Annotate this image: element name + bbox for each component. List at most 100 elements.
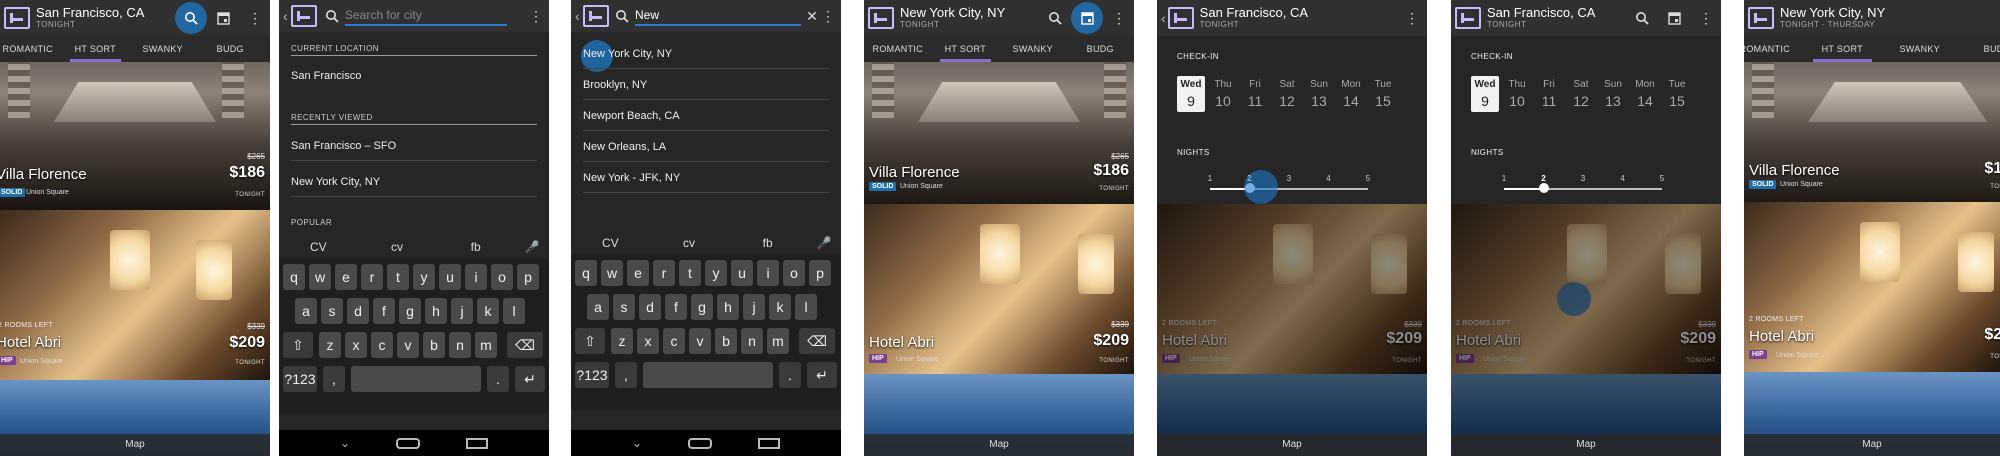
key-n[interactable]: n <box>449 332 471 358</box>
key-e[interactable]: e <box>335 264 357 290</box>
tab-budget[interactable]: BUDG <box>1959 36 2000 62</box>
key-l[interactable]: l <box>503 298 525 324</box>
tab-romantic[interactable]: ROMANTIC <box>0 36 62 62</box>
overflow-menu-icon[interactable]: ⋮ <box>1108 7 1130 29</box>
tab-ht-sort[interactable]: HT SORT <box>932 36 1000 62</box>
key-t[interactable]: t <box>387 264 409 290</box>
hotel-card[interactable]: $265 Villa Florence $186 SOLID Union Squ… <box>864 62 1134 210</box>
checkin-day-sat[interactable]: Sat 12 <box>1567 76 1595 112</box>
nights-option[interactable]: 1 <box>1204 174 1216 183</box>
tab-ht-sort[interactable]: HT SORT <box>62 36 130 62</box>
hoteltonight-logo-icon[interactable] <box>4 7 30 29</box>
comma-key[interactable]: , <box>323 366 345 392</box>
key-c[interactable]: c <box>371 332 393 358</box>
enter-key-icon[interactable]: ↵ <box>807 362 837 388</box>
key-z[interactable]: z <box>611 328 633 354</box>
key-o[interactable]: o <box>491 264 513 290</box>
key-m[interactable]: m <box>475 332 497 358</box>
search-icon[interactable] <box>1044 7 1066 29</box>
search-icon[interactable] <box>175 2 207 34</box>
home-nav-icon[interactable] <box>688 437 713 449</box>
current-location-item[interactable]: San Francisco <box>291 70 537 82</box>
overflow-menu-icon[interactable]: ⋮ <box>1401 7 1423 29</box>
overflow-menu-icon[interactable]: ⋮ <box>817 5 839 27</box>
hotel-card[interactable]: 2 ROOMS LEFT $339 Hotel Abri $209 HIP Un… <box>1744 202 2000 372</box>
hoteltonight-logo-icon[interactable] <box>1167 7 1194 29</box>
key-h[interactable]: h <box>425 298 447 324</box>
checkin-day-sun[interactable]: Sun 13 <box>1305 76 1333 112</box>
key-n[interactable]: n <box>741 328 763 354</box>
title-block[interactable]: New York City, NY TONIGHT <box>900 6 1005 29</box>
checkin-day-thu[interactable]: Thu 10 <box>1209 76 1237 112</box>
calendar-icon[interactable] <box>212 7 234 29</box>
key-d[interactable]: d <box>639 294 661 320</box>
key-j[interactable]: j <box>743 294 765 320</box>
key-z[interactable]: z <box>319 332 341 358</box>
backspace-key-icon[interactable]: ⌫ <box>507 332 543 358</box>
recent-city-item[interactable]: San Francisco – SFO <box>291 140 537 152</box>
key-u[interactable]: u <box>439 264 461 290</box>
key-i[interactable]: i <box>465 264 487 290</box>
key-s[interactable]: s <box>613 294 635 320</box>
title-block[interactable]: San Francisco, CA TONIGHT <box>1200 6 1308 29</box>
city-result-item[interactable]: Brooklyn, NY <box>583 79 829 91</box>
city-result-item[interactable]: New York - JFK, NY <box>583 172 829 184</box>
comma-key[interactable]: , <box>615 362 637 388</box>
backspace-key-icon[interactable]: ⌫ <box>799 328 835 354</box>
hoteltonight-logo-icon[interactable] <box>1455 7 1481 29</box>
hotel-card[interactable]: $265 Villa Florence $186 SOLID Union Squ… <box>1744 62 2000 210</box>
key-y[interactable]: y <box>413 264 435 290</box>
nights-option[interactable]: 3 <box>1577 174 1589 183</box>
nights-option[interactable]: 5 <box>1362 174 1374 183</box>
tab-ht-sort[interactable]: HT SORT <box>1804 36 1882 62</box>
checkin-day-thu[interactable]: Thu 10 <box>1503 76 1531 112</box>
overflow-menu-icon[interactable]: ⋮ <box>244 7 266 29</box>
key-w[interactable]: w <box>601 260 623 286</box>
tab-swanky[interactable]: SWANKY <box>1881 36 1959 62</box>
key-h[interactable]: h <box>717 294 739 320</box>
nights-option[interactable]: 2 <box>1538 174 1550 183</box>
hoteltonight-logo-icon[interactable] <box>1748 7 1774 29</box>
key-p[interactable]: p <box>809 260 831 286</box>
suggestion[interactable]: cv <box>358 240 437 254</box>
back-nav-icon[interactable]: ⌄ <box>340 436 350 450</box>
suggestion[interactable]: CV <box>279 240 358 254</box>
checkin-day-mon[interactable]: Mon 14 <box>1337 76 1365 112</box>
tab-romantic[interactable]: ROMANTIC <box>1744 36 1804 62</box>
key-i[interactable]: i <box>757 260 779 286</box>
space-key[interactable] <box>643 362 773 388</box>
tab-romantic[interactable]: ROMANTIC <box>864 36 932 62</box>
nights-slider-thumb[interactable] <box>1538 183 1549 193</box>
key-k[interactable]: k <box>477 298 499 324</box>
title-block[interactable]: San Francisco, CA TONIGHT <box>36 6 144 29</box>
key-f[interactable]: f <box>665 294 687 320</box>
checkin-day-fri[interactable]: Fri 11 <box>1241 76 1269 112</box>
key-l[interactable]: l <box>795 294 817 320</box>
key-y[interactable]: y <box>705 260 727 286</box>
enter-key-icon[interactable]: ↵ <box>515 366 545 392</box>
tab-budget[interactable]: BUDG <box>1067 36 1135 62</box>
key-c[interactable]: c <box>663 328 685 354</box>
hotel-card[interactable]: 2 ROOMS LEFT $339 Hotel Abri $209 HIP Un… <box>1157 204 1427 374</box>
key-o[interactable]: o <box>783 260 805 286</box>
nights-option[interactable]: 4 <box>1323 174 1335 183</box>
back-nav-icon[interactable]: ⌄ <box>632 436 642 450</box>
key-q[interactable]: q <box>283 264 305 290</box>
search-icon[interactable] <box>1631 7 1653 29</box>
map-button[interactable]: Map <box>864 434 1134 456</box>
shift-key-icon[interactable]: ⇧ <box>283 332 313 358</box>
key-r[interactable]: r <box>653 260 675 286</box>
checkin-day-wed[interactable]: Wed 9 <box>1471 76 1499 112</box>
back-icon[interactable]: ‹ <box>283 8 288 24</box>
checkin-day-mon[interactable]: Mon 14 <box>1631 76 1659 112</box>
back-icon[interactable]: ‹ <box>575 8 580 24</box>
checkin-day-fri[interactable]: Fri 11 <box>1535 76 1563 112</box>
map-button[interactable]: Map <box>1157 434 1427 456</box>
shift-key-icon[interactable]: ⇧ <box>575 328 605 354</box>
key-e[interactable]: e <box>627 260 649 286</box>
period-key[interactable]: . <box>779 362 801 388</box>
checkin-day-wed[interactable]: Wed 9 <box>1177 76 1205 112</box>
back-icon[interactable]: ‹ <box>1161 10 1166 26</box>
key-d[interactable]: d <box>347 298 369 324</box>
key-p[interactable]: p <box>517 264 539 290</box>
